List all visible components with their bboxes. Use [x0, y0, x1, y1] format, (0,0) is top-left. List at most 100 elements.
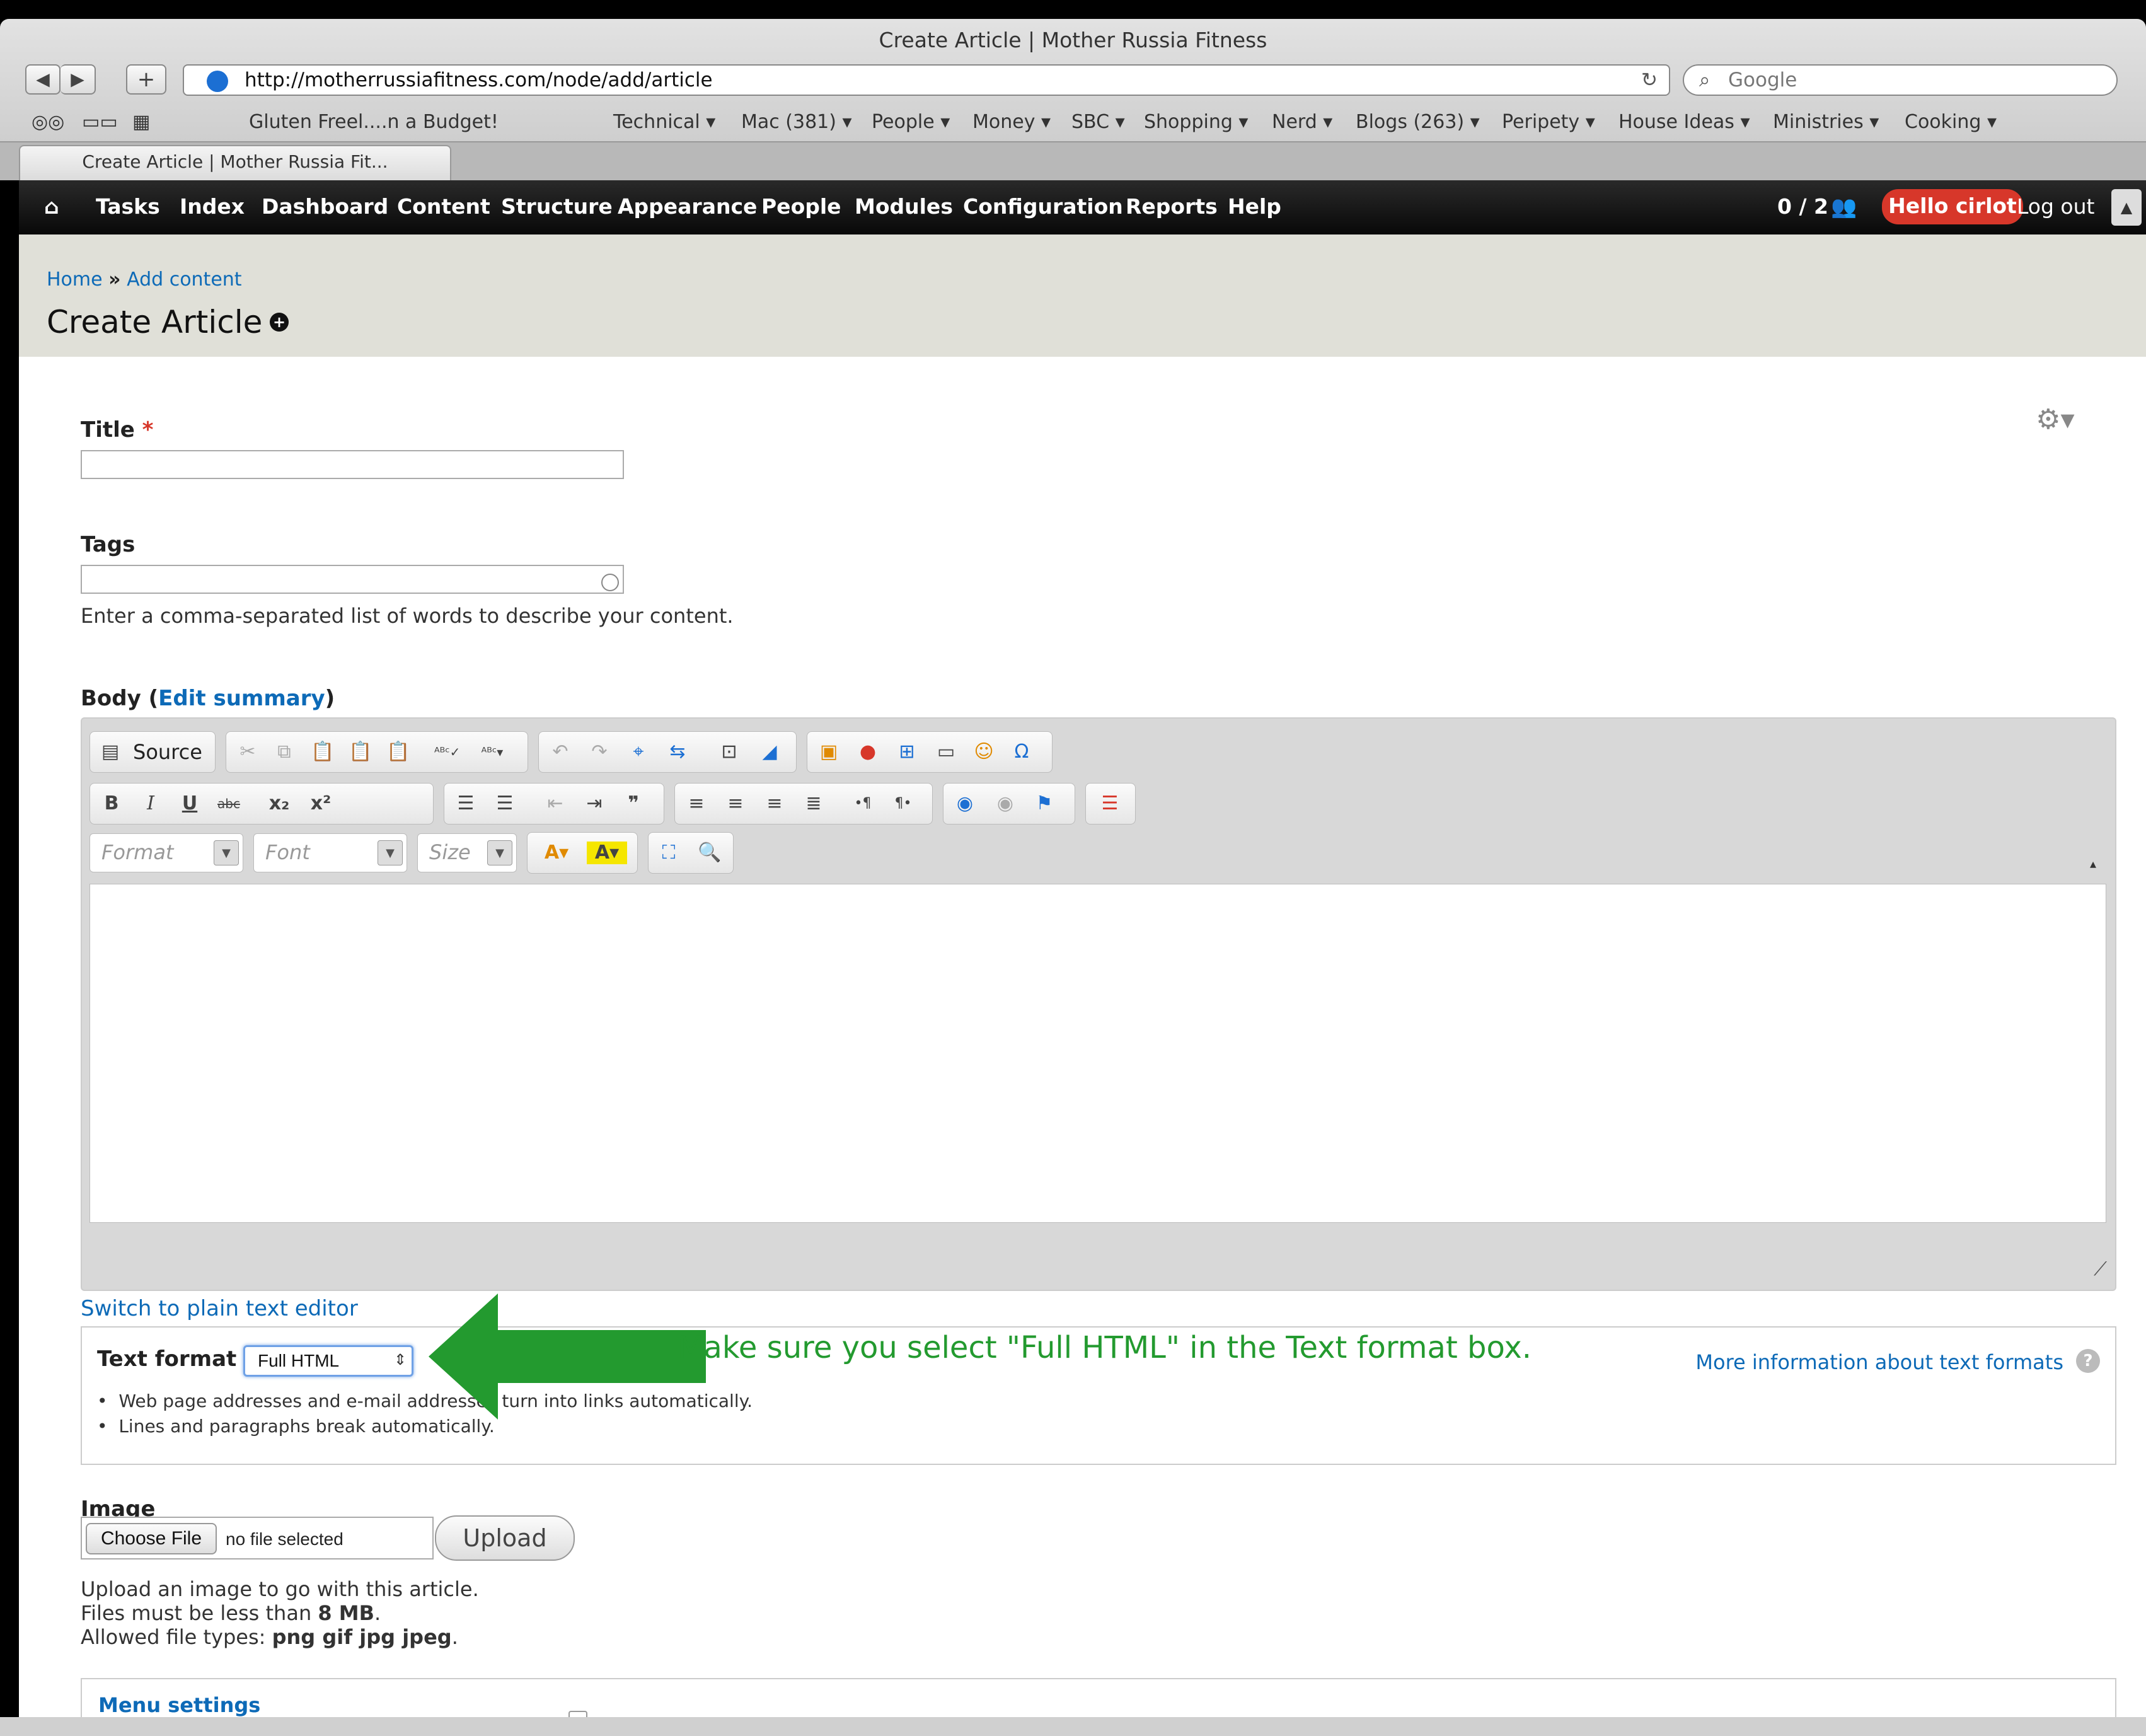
bookmark-folder[interactable]: Nerd ▾ [1272, 111, 1332, 133]
bookmark-folder[interactable]: Shopping ▾ [1144, 111, 1248, 133]
upload-button[interactable]: Upload [435, 1515, 575, 1561]
text-format-select[interactable]: Full HTML ⇕ [243, 1345, 413, 1377]
align-left-icon[interactable]: ≡ [685, 792, 708, 815]
source-button[interactable]: Source [133, 741, 202, 763]
font-select[interactable]: Font ▼ [253, 833, 407, 872]
menu-modules[interactable]: Modules [855, 194, 953, 219]
title-input[interactable] [81, 450, 624, 479]
blockquote-icon[interactable]: ❞ [622, 792, 645, 815]
menu-reports[interactable]: Reports [1126, 194, 1218, 219]
subscript-icon[interactable]: x₂ [268, 792, 291, 815]
special-char-icon[interactable]: Ω [1010, 741, 1033, 763]
italic-icon[interactable]: I [139, 792, 162, 815]
collapse-toolbar-icon[interactable]: ▴ [2090, 856, 2096, 871]
menu-people[interactable]: People [761, 194, 841, 219]
paste-icon[interactable]: 📋 [311, 741, 334, 763]
breadcrumb-home[interactable]: Home [47, 269, 103, 291]
bookmark-folder[interactable]: Money ▾ [972, 111, 1051, 133]
size-select[interactable]: Size ▼ [417, 833, 517, 872]
forward-button[interactable]: ▶ [61, 64, 96, 95]
strike-icon[interactable]: abc [217, 792, 240, 815]
toolbar-toggle-button[interactable]: ▲ [2111, 189, 2142, 226]
page-break-icon[interactable]: ☰ [1099, 792, 1121, 815]
cut-icon[interactable]: ✂ [236, 741, 259, 763]
add-bookmark-button[interactable]: + [126, 64, 166, 95]
file-input[interactable]: Choose File no file selected [81, 1517, 434, 1560]
superscript-icon[interactable]: x² [309, 792, 332, 815]
address-bar[interactable]: http://motherrussiafitness.com/node/add/… [183, 64, 1670, 96]
bookmark-folder[interactable]: Cooking ▾ [1905, 111, 1997, 133]
redo-icon[interactable]: ↷ [588, 741, 611, 763]
breadcrumb-add-content[interactable]: Add content [127, 269, 241, 291]
align-justify-icon[interactable]: ≣ [802, 792, 825, 815]
bookmark-folder[interactable]: Blogs (263) ▾ [1356, 111, 1480, 133]
choose-file-button[interactable]: Choose File [86, 1523, 217, 1554]
more-info-text-formats-link[interactable]: More information about text formats [1695, 1350, 2063, 1374]
home-icon[interactable]: ⌂ [44, 194, 59, 219]
paste-word-icon[interactable]: 📋 [386, 741, 410, 763]
hello-user-badge[interactable]: Hello cirlot [1882, 189, 2023, 224]
menu-configuration[interactable]: Configuration [963, 194, 1123, 219]
bookmarks-icon[interactable]: ▭▭ [82, 111, 118, 133]
paste-text-icon[interactable]: 📋 [349, 741, 372, 763]
settings-gear-icon[interactable]: ⚙▾ [2036, 403, 2075, 436]
bookmark-folder[interactable]: Peripety ▾ [1502, 111, 1595, 133]
bookmark-folder[interactable]: People ▾ [872, 111, 950, 133]
show-blocks-icon[interactable]: 🔍 [698, 842, 721, 864]
align-right-icon[interactable]: ≡ [763, 792, 786, 815]
menu-tasks[interactable]: Tasks [96, 194, 160, 219]
add-shortcut-icon[interactable]: + [270, 313, 289, 332]
maximize-icon[interactable]: ⛶ [657, 842, 680, 864]
search-input[interactable]: ⌕ Google [1683, 64, 2118, 96]
menu-index[interactable]: Index [180, 194, 245, 219]
menu-settings-tab[interactable]: Menu settings [98, 1693, 260, 1717]
text-rtl-icon[interactable]: ¶• [892, 792, 914, 815]
bulleted-list-icon[interactable]: ☰ [493, 792, 516, 815]
unlink-icon[interactable]: ◉ [994, 792, 1017, 815]
editor-content-area[interactable] [89, 884, 2106, 1223]
bookmark-item[interactable]: Gluten Freel....n a Budget! [249, 111, 499, 133]
anchor-flag-icon[interactable]: ⚑ [1033, 792, 1056, 815]
tags-input[interactable] [81, 565, 624, 594]
resize-handle-icon[interactable]: ⟋ [2094, 1258, 2107, 1280]
source-icon[interactable]: ▤ [99, 741, 122, 763]
text-color-icon[interactable]: A▾ [536, 842, 577, 864]
select-all-icon[interactable]: ⊡ [718, 741, 741, 763]
logout-link[interactable]: Log out [2017, 194, 2094, 219]
menu-content[interactable]: Content [397, 194, 490, 219]
find-icon[interactable]: ⌖ [627, 741, 650, 763]
background-color-icon[interactable]: A▾ [587, 842, 627, 864]
format-select[interactable]: Format ▼ [89, 833, 243, 872]
link-icon[interactable]: ◉ [954, 792, 976, 815]
spellcheck-icon[interactable]: ᴬᴮᶜ✓ [434, 741, 460, 763]
smiley-icon[interactable]: ☺ [972, 741, 995, 763]
back-button[interactable]: ◀ [25, 64, 61, 95]
table-icon[interactable]: ⊞ [896, 741, 918, 763]
flash-icon[interactable]: ● [857, 741, 879, 763]
top-sites-icon[interactable]: ▦ [132, 111, 150, 133]
indent-icon[interactable]: ⇥ [583, 792, 606, 815]
align-center-icon[interactable]: ≡ [724, 792, 747, 815]
remove-format-icon[interactable]: ◢ [758, 741, 781, 763]
bookmark-folder[interactable]: SBC ▾ [1071, 111, 1125, 133]
text-ltr-icon[interactable]: •¶ [851, 792, 874, 815]
menu-help[interactable]: Help [1228, 194, 1281, 219]
menu-dashboard[interactable]: Dashboard [262, 194, 388, 219]
undo-icon[interactable]: ↶ [549, 741, 572, 763]
scayt-icon[interactable]: ᴬᴮᶜ▾ [473, 741, 511, 763]
underline-icon[interactable]: U [178, 792, 201, 815]
menu-structure[interactable]: Structure [501, 194, 613, 219]
bold-icon[interactable]: B [100, 792, 123, 815]
horizontal-rule-icon[interactable]: ▭ [935, 741, 957, 763]
numbered-list-icon[interactable]: ☰ [454, 792, 477, 815]
bookmark-folder[interactable]: Ministries ▾ [1773, 111, 1879, 133]
image-icon[interactable]: ▣ [817, 741, 840, 763]
reading-list-icon[interactable]: ◎◎ [32, 111, 64, 133]
edit-summary-link[interactable]: Edit summary [158, 686, 325, 711]
menu-appearance[interactable]: Appearance [618, 194, 757, 219]
bookmark-folder[interactable]: House Ideas ▾ [1618, 111, 1750, 133]
tab-create-article[interactable]: Create Article | Mother Russia Fit... [19, 145, 451, 180]
replace-icon[interactable]: ⇆ [666, 741, 689, 763]
help-icon[interactable]: ? [2076, 1349, 2100, 1373]
copy-icon[interactable]: ⧉ [273, 741, 296, 763]
